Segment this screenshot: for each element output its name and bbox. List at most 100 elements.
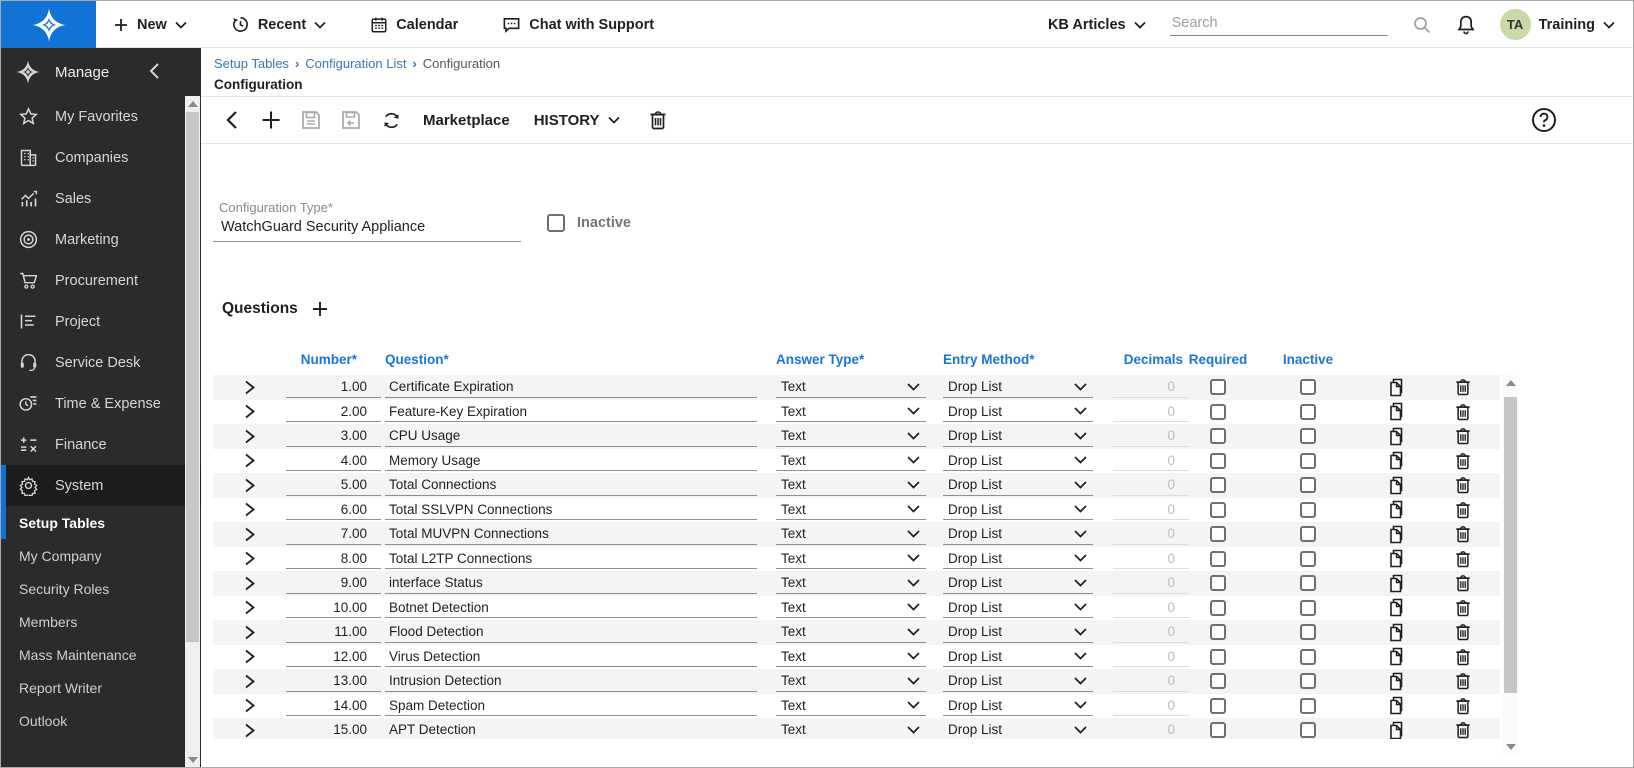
delete-row-icon[interactable] xyxy=(1455,648,1471,666)
copy-row-icon[interactable] xyxy=(1389,549,1406,568)
column-header-question[interactable]: Question* xyxy=(385,352,757,367)
row-inactive-checkbox[interactable] xyxy=(1300,698,1316,714)
scroll-down-arrow[interactable] xyxy=(188,757,198,763)
row-inactive-checkbox[interactable] xyxy=(1300,526,1316,542)
answer-type-dropdown[interactable]: Text xyxy=(776,450,926,471)
required-checkbox[interactable] xyxy=(1210,379,1226,395)
question-number-field[interactable]: 14.00 xyxy=(286,695,381,716)
delete-row-icon[interactable] xyxy=(1455,623,1471,641)
required-checkbox[interactable] xyxy=(1210,698,1226,714)
notifications-bell-icon[interactable] xyxy=(1456,14,1476,35)
row-inactive-checkbox[interactable] xyxy=(1300,575,1316,591)
expand-row-chevron-icon[interactable] xyxy=(243,600,256,615)
required-checkbox[interactable] xyxy=(1210,453,1226,469)
sidebar-item-members[interactable]: Members xyxy=(1,605,201,638)
row-inactive-checkbox[interactable] xyxy=(1300,404,1316,420)
delete-row-icon[interactable] xyxy=(1455,427,1471,445)
sidebar-item-report-writer[interactable]: Report Writer xyxy=(1,671,201,704)
question-text-field[interactable]: Intrusion Detection xyxy=(385,671,757,692)
question-number-field[interactable]: 2.00 xyxy=(286,401,381,422)
column-header-required[interactable]: Required xyxy=(1189,352,1247,367)
add-button[interactable] xyxy=(251,100,291,140)
expand-row-chevron-icon[interactable] xyxy=(243,674,256,689)
breadcrumb-link-configuration-list[interactable]: Configuration List xyxy=(305,56,406,71)
row-inactive-checkbox[interactable] xyxy=(1300,600,1316,616)
sidebar-item-security-roles[interactable]: Security Roles xyxy=(1,572,201,605)
row-inactive-checkbox[interactable] xyxy=(1300,649,1316,665)
sidebar-item-time-expense[interactable]: Time & Expense xyxy=(1,383,201,424)
entry-method-dropdown[interactable]: Drop List xyxy=(943,597,1093,618)
copy-row-icon[interactable] xyxy=(1389,672,1406,691)
required-checkbox[interactable] xyxy=(1210,526,1226,542)
copy-row-icon[interactable] xyxy=(1389,696,1406,715)
sidebar-item-mass-maintenance[interactable]: Mass Maintenance xyxy=(1,638,201,671)
delete-row-icon[interactable] xyxy=(1455,452,1471,470)
row-inactive-checkbox[interactable] xyxy=(1300,673,1316,689)
delete-row-icon[interactable] xyxy=(1455,721,1471,739)
sidebar-scrollbar[interactable] xyxy=(185,96,200,768)
entry-method-dropdown[interactable]: Drop List xyxy=(943,426,1093,447)
row-inactive-checkbox[interactable] xyxy=(1300,428,1316,444)
recent-menu-button[interactable]: Recent xyxy=(231,15,326,34)
copy-row-icon[interactable] xyxy=(1389,500,1406,519)
copy-row-icon[interactable] xyxy=(1389,647,1406,666)
required-checkbox[interactable] xyxy=(1210,600,1226,616)
sidebar-item-outlook[interactable]: Outlook xyxy=(1,704,201,737)
sidebar-item-sales[interactable]: Sales xyxy=(1,178,201,219)
required-checkbox[interactable] xyxy=(1210,624,1226,640)
connectwise-logo[interactable] xyxy=(1,1,96,48)
entry-method-dropdown[interactable]: Drop List xyxy=(943,671,1093,692)
copy-row-icon[interactable] xyxy=(1389,427,1406,446)
collapse-sidebar-button[interactable] xyxy=(149,62,160,80)
delete-row-icon[interactable] xyxy=(1455,672,1471,690)
question-text-field[interactable]: Total MUVPN Connections xyxy=(385,524,757,545)
save-button[interactable] xyxy=(291,100,331,140)
entry-method-dropdown[interactable]: Drop List xyxy=(943,499,1093,520)
scroll-up-arrow[interactable] xyxy=(1506,380,1516,386)
expand-row-chevron-icon[interactable] xyxy=(243,723,256,738)
required-checkbox[interactable] xyxy=(1210,502,1226,518)
sidebar-item-service-desk[interactable]: Service Desk xyxy=(1,342,201,383)
expand-row-chevron-icon[interactable] xyxy=(243,527,256,542)
avatar[interactable]: TA xyxy=(1500,9,1531,40)
sidebar-item-finance[interactable]: Finance xyxy=(1,424,201,465)
question-text-field[interactable]: Total SSLVPN Connections xyxy=(385,499,757,520)
row-inactive-checkbox[interactable] xyxy=(1300,624,1316,640)
expand-row-chevron-icon[interactable] xyxy=(243,649,256,664)
entry-method-dropdown[interactable]: Drop List xyxy=(943,720,1093,739)
delete-row-icon[interactable] xyxy=(1455,378,1471,396)
required-checkbox[interactable] xyxy=(1210,649,1226,665)
question-text-field[interactable]: APT Detection xyxy=(385,720,757,739)
sidebar-item-companies[interactable]: Companies xyxy=(1,137,201,178)
configuration-type-value[interactable]: WatchGuard Security Appliance xyxy=(213,215,521,242)
question-number-field[interactable]: 5.00 xyxy=(286,475,381,496)
question-number-field[interactable]: 10.00 xyxy=(286,597,381,618)
expand-row-chevron-icon[interactable] xyxy=(243,625,256,640)
copy-row-icon[interactable] xyxy=(1389,525,1406,544)
row-inactive-checkbox[interactable] xyxy=(1300,379,1316,395)
table-scrollbar[interactable] xyxy=(1503,375,1518,755)
question-text-field[interactable]: Feature-Key Expiration xyxy=(385,401,757,422)
required-checkbox[interactable] xyxy=(1210,575,1226,591)
column-header-answer-type[interactable]: Answer Type* xyxy=(776,352,926,367)
question-number-field[interactable]: 12.00 xyxy=(286,646,381,667)
copy-row-icon[interactable] xyxy=(1389,623,1406,642)
question-text-field[interactable]: Certificate Expiration xyxy=(385,377,757,398)
copy-row-icon[interactable] xyxy=(1389,721,1406,739)
marketplace-button[interactable]: Marketplace xyxy=(423,112,510,129)
entry-method-dropdown[interactable]: Drop List xyxy=(943,695,1093,716)
delete-button[interactable] xyxy=(638,100,678,140)
search-icon[interactable] xyxy=(1412,15,1432,35)
history-dropdown[interactable]: HISTORY xyxy=(534,112,620,129)
expand-row-chevron-icon[interactable] xyxy=(243,502,256,517)
answer-type-dropdown[interactable]: Text xyxy=(776,548,926,569)
question-number-field[interactable]: 4.00 xyxy=(286,450,381,471)
question-text-field[interactable]: Botnet Detection xyxy=(385,597,757,618)
account-menu[interactable]: TA Training xyxy=(1500,9,1615,40)
question-number-field[interactable]: 7.00 xyxy=(286,524,381,545)
row-inactive-checkbox[interactable] xyxy=(1300,551,1316,567)
row-inactive-checkbox[interactable] xyxy=(1300,722,1316,738)
entry-method-dropdown[interactable]: Drop List xyxy=(943,475,1093,496)
expand-row-chevron-icon[interactable] xyxy=(243,453,256,468)
question-text-field[interactable]: Memory Usage xyxy=(385,450,757,471)
